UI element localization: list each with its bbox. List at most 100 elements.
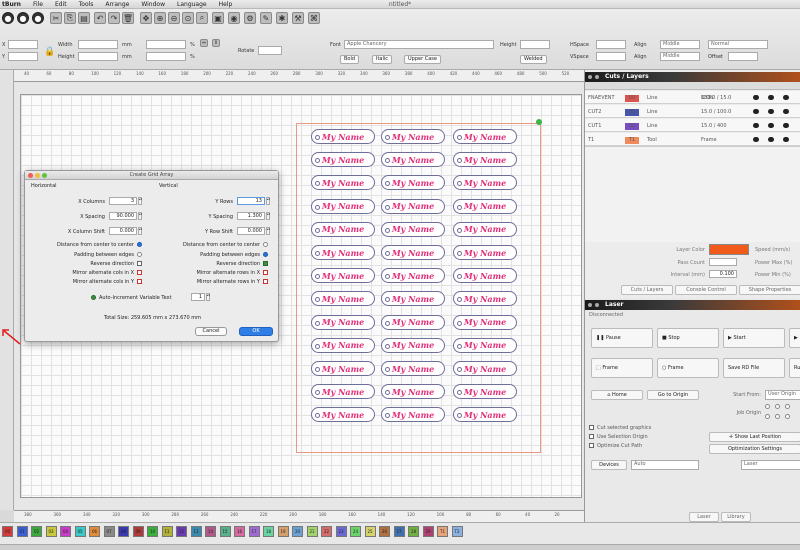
network-icon[interactable]: ⌘ <box>308 12 320 24</box>
redo-icon[interactable]: ↷ <box>108 12 120 24</box>
optimize-cut-path-checkbox[interactable] <box>589 443 594 448</box>
cut-layer-output-toggle[interactable] <box>753 95 759 100</box>
palette-color-swatch[interactable]: 18 <box>263 526 274 537</box>
origin-tl[interactable] <box>765 404 770 409</box>
mirror-x-cols-checkbox[interactable] <box>137 270 142 275</box>
palette-color-swatch[interactable]: 11 <box>161 526 173 537</box>
tab-console-control[interactable]: Console Control <box>675 285 737 295</box>
name-tag-shape[interactable]: My Name <box>381 268 445 284</box>
tab-laser[interactable]: Laser <box>689 512 719 522</box>
y-spacing-field[interactable]: 1.300 <box>237 212 265 220</box>
cut-layer-air-toggle[interactable] <box>783 123 789 128</box>
name-tag-shape[interactable]: My Name <box>453 361 517 376</box>
palette-color-swatch[interactable]: 17 <box>248 526 260 537</box>
name-tag-shape[interactable]: My Name <box>381 361 445 376</box>
cut-icon[interactable]: ✂ <box>50 12 62 24</box>
run-button[interactable]: Run <box>789 358 800 378</box>
plugin-icon[interactable]: ✱ <box>276 12 288 24</box>
lock-icon[interactable]: 🔒 <box>44 47 55 57</box>
palette-color-swatch[interactable]: 24 <box>350 526 361 537</box>
paste-icon[interactable]: ▤ <box>78 12 90 24</box>
palette-color-swatch[interactable]: 28 <box>408 526 419 537</box>
home-button[interactable]: ⌂ Home <box>591 390 643 400</box>
palette-color-swatch[interactable]: 26 <box>379 526 390 537</box>
palette-color-swatch[interactable]: 14 <box>205 526 216 537</box>
import-icon[interactable]: ● <box>17 12 29 24</box>
name-tag-shape[interactable]: My Name <box>453 384 517 400</box>
app-menu[interactable]: tBurn <box>2 1 21 8</box>
font-height-field[interactable] <box>520 40 550 49</box>
save-rd-button[interactable]: Save RD File <box>723 358 785 378</box>
rotate-field[interactable] <box>258 46 282 55</box>
cut-layer-row[interactable]: CUT1 02 Line 15.0 / 400 <box>585 119 800 132</box>
flip-v-icon[interactable]: ⇕ <box>212 39 220 47</box>
zoom-window-icon[interactable] <box>42 173 47 178</box>
cut-layer-row[interactable]: T1 T1 Tool Frame <box>585 133 800 146</box>
cut-layer-air-toggle[interactable] <box>783 137 789 142</box>
job-origin-selector[interactable] <box>765 404 793 422</box>
rotate-handle[interactable] <box>536 119 542 125</box>
palette-color-swatch[interactable]: 05 <box>74 526 86 537</box>
height-field[interactable] <box>78 52 118 61</box>
palette-color-swatch[interactable]: 08 <box>118 526 129 537</box>
start-from-select[interactable]: User Origin <box>765 390 800 400</box>
flip-h-icon[interactable]: ⇔ <box>200 39 208 47</box>
device-port-select[interactable]: Auto <box>631 460 699 470</box>
y-rows-stepper[interactable]: ▴▾ <box>266 197 270 205</box>
palette-color-swatch[interactable]: 03 <box>45 526 57 537</box>
x-columns-field[interactable]: 3 <box>109 197 137 205</box>
italic-toggle[interactable]: Italic <box>372 55 393 64</box>
name-tag-shape[interactable]: My Name <box>311 245 375 260</box>
palette-color-swatch[interactable]: 20 <box>292 526 303 537</box>
cut-layer-air-toggle[interactable] <box>783 95 789 100</box>
palette-color-swatch[interactable]: 29 <box>422 526 434 537</box>
tab-shape-properties[interactable]: Shape Properties <box>739 285 800 295</box>
machine-icon[interactable]: ⚒ <box>292 12 304 24</box>
name-tag-shape[interactable]: My Name <box>381 314 445 330</box>
cut-layer-show-toggle[interactable] <box>768 95 774 100</box>
name-tag-shape[interactable]: My Name <box>381 175 445 191</box>
palette-color-swatch[interactable]: 23 <box>335 526 347 537</box>
palette-color-swatch[interactable]: 27 <box>393 526 405 537</box>
name-tag-shape[interactable]: My Name <box>453 221 517 237</box>
align-h-select[interactable]: Middle <box>660 40 700 49</box>
cut-layer-row[interactable]: FNAEVENT 00 Line 180.0 / 15.0 ICON <box>585 91 800 104</box>
palette-color-swatch[interactable]: 12 <box>176 526 187 537</box>
cut-layer-output-toggle[interactable] <box>753 109 759 114</box>
name-tag-shape[interactable]: My Name <box>311 314 375 330</box>
name-tag-shape[interactable]: My Name <box>453 314 517 330</box>
width-percent-field[interactable] <box>146 40 186 49</box>
mirror-y-rows-checkbox[interactable] <box>263 279 268 284</box>
name-tag-shape[interactable]: My Name <box>381 198 445 214</box>
name-tag-shape[interactable]: My Name <box>453 245 517 260</box>
tools-icon[interactable]: ✎ <box>260 12 272 24</box>
x-column-shift-stepper[interactable]: ▴▾ <box>138 227 142 235</box>
y-row-shift-stepper[interactable]: ▴▾ <box>266 227 270 235</box>
frame-icon[interactable]: ▣ <box>212 12 224 24</box>
name-tag-shape[interactable]: My Name <box>381 129 445 144</box>
name-tag-shape[interactable]: My Name <box>311 337 375 353</box>
cut-layer-air-toggle[interactable] <box>783 109 789 114</box>
origin-tc[interactable] <box>775 404 780 409</box>
name-tag-shape[interactable]: My Name <box>311 361 375 376</box>
palette-color-swatch[interactable]: 22 <box>321 526 332 537</box>
cut-layer-output-toggle[interactable] <box>753 123 759 128</box>
layer-color-swatch[interactable] <box>709 244 749 255</box>
delete-icon[interactable]: 🗑 <box>122 12 134 24</box>
stop-button[interactable]: ■ Stop <box>657 328 719 348</box>
v-padding-radio[interactable] <box>263 252 268 257</box>
zoom-page-icon[interactable]: ⌕ <box>196 12 208 24</box>
x-pos-field[interactable] <box>8 40 38 49</box>
name-tag-shape[interactable]: My Name <box>381 245 445 260</box>
zoom-fit-icon[interactable]: ⊙ <box>182 12 194 24</box>
go-to-origin-button[interactable]: Go to Origin <box>647 390 699 400</box>
save-icon[interactable]: ● <box>32 12 44 24</box>
y-row-shift-field[interactable]: 0.000 <box>237 227 265 235</box>
zoom-out-icon[interactable]: ⊖ <box>168 12 180 24</box>
palette-color-swatch[interactable]: 01 <box>16 526 28 537</box>
origin-tr[interactable] <box>785 404 790 409</box>
text-style-select[interactable]: Normal <box>708 40 768 49</box>
cancel-button[interactable]: Cancel <box>195 327 227 336</box>
menu-language[interactable]: Language <box>177 1 207 8</box>
palette-color-swatch[interactable]: 13 <box>190 526 202 537</box>
